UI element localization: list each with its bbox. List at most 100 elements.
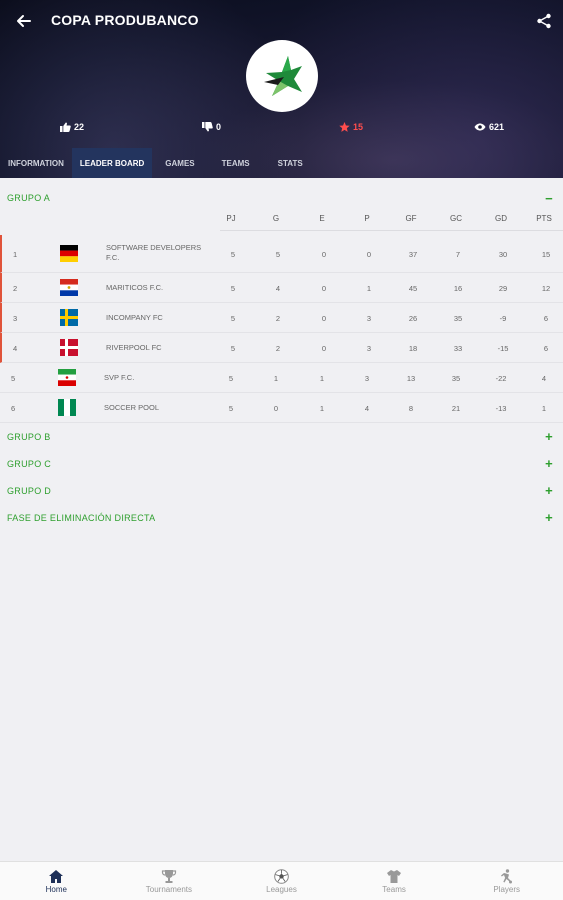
nav-leagues[interactable]: Leagues — [225, 862, 338, 900]
tab-games[interactable]: GAMES — [152, 148, 207, 178]
team-name[interactable]: MARITICOS F.C. — [106, 283, 206, 293]
tournament-header: COPA PRODUBANCO 22 0 15 621 INFORMATION … — [0, 0, 563, 178]
stat-g: 2 — [275, 344, 281, 353]
sweden-flag-icon — [60, 309, 78, 326]
tab-leader-board[interactable]: LEADER BOARD — [71, 148, 153, 178]
stat-e: 1 — [319, 374, 325, 383]
dislikes-value: 0 — [216, 122, 222, 132]
group-a-header[interactable]: GRUPO A − — [0, 178, 563, 218]
stat-pts: 12 — [541, 284, 551, 293]
views-value: 621 — [489, 122, 505, 132]
stat-gc: 21 — [451, 404, 461, 413]
expand-icon[interactable]: + — [545, 511, 553, 524]
tab-teams[interactable]: TEAMS — [208, 148, 264, 178]
star-icon — [339, 122, 350, 132]
stat-pts: 1 — [541, 404, 547, 413]
back-button[interactable] — [10, 8, 36, 34]
tab-bar: INFORMATION LEADER BOARD GAMES TEAMS STA… — [0, 148, 317, 178]
likes-count[interactable]: 22 — [60, 122, 84, 132]
tab-stats[interactable]: STATS — [264, 148, 317, 178]
table-row[interactable]: 1 SOFTWARE DEVELOPERS F.C. 5 5 0 0 37 7 … — [0, 235, 563, 273]
dislikes-count[interactable]: 0 — [202, 122, 221, 132]
trophy-icon — [161, 869, 176, 883]
stat-pj: 5 — [230, 344, 236, 353]
stat-pts: 6 — [543, 314, 549, 323]
expand-icon[interactable]: + — [545, 457, 553, 470]
stat-gd: -15 — [497, 344, 509, 353]
stat-gc: 35 — [451, 374, 461, 383]
stat-pts: 6 — [543, 344, 549, 353]
team-name[interactable]: RIVERPOOL FC — [106, 343, 206, 353]
stat-g: 5 — [275, 250, 281, 259]
team-position: 5 — [11, 374, 16, 383]
table-row[interactable]: 4 RIVERPOOL FC 5 2 0 3 18 33 -15 6 — [0, 333, 563, 363]
team-name[interactable]: SOFTWARE DEVELOPERS F.C. — [106, 243, 206, 263]
group-b-label: GRUPO B — [7, 431, 51, 442]
group-d-label: GRUPO D — [7, 485, 52, 496]
stat-pj: 5 — [230, 250, 236, 259]
views-count: 621 — [474, 122, 504, 132]
denmark-flag-icon — [60, 339, 78, 356]
nav-players-label: Players — [493, 884, 521, 894]
stat-g: 1 — [273, 374, 279, 383]
team-position: 3 — [13, 314, 18, 323]
star-logo-icon — [264, 56, 302, 96]
stat-gd: -9 — [499, 314, 507, 323]
nav-leagues-label: Leagues — [266, 884, 297, 894]
stat-pts: 15 — [541, 250, 551, 259]
stat-p: 0 — [366, 250, 372, 259]
expand-icon[interactable]: + — [545, 484, 553, 497]
home-icon — [49, 869, 64, 883]
col-gd: GD — [495, 214, 507, 223]
team-name[interactable]: SOCCER POOL — [104, 403, 204, 413]
table-row[interactable]: 3 INCOMPANY FC 5 2 0 3 26 35 -9 6 — [0, 303, 563, 333]
tab-information[interactable]: INFORMATION — [0, 148, 72, 178]
team-position: 2 — [13, 284, 18, 293]
team-position: 1 — [13, 250, 18, 259]
group-b-header[interactable]: GRUPO B + — [0, 423, 563, 450]
stat-gf: 18 — [408, 344, 418, 353]
col-pts: PTS — [536, 214, 552, 223]
group-c-header[interactable]: GRUPO C + — [0, 450, 563, 477]
expand-icon[interactable]: + — [545, 430, 553, 443]
likes-value: 22 — [74, 122, 85, 132]
stat-g: 2 — [275, 314, 281, 323]
stat-gf: 8 — [408, 404, 414, 413]
stat-gf: 45 — [408, 284, 418, 293]
nav-home[interactable]: Home — [0, 862, 113, 900]
stat-gc: 35 — [453, 314, 463, 323]
stat-g: 0 — [273, 404, 279, 413]
table-row[interactable]: 6 SOCCER POOL 5 0 1 4 8 21 -13 1 — [0, 393, 563, 423]
table-row[interactable]: 2 MARITICOS F.C. 5 4 0 1 45 16 29 12 — [0, 273, 563, 303]
stars-count[interactable]: 15 — [339, 122, 363, 132]
team-name[interactable]: INCOMPANY FC — [106, 313, 206, 323]
iran-flag-icon — [58, 369, 76, 386]
stat-gf: 26 — [408, 314, 418, 323]
col-gc: GC — [450, 214, 462, 223]
knockout-stage-label: FASE DE ELIMINACIÓN DIRECTA — [7, 512, 156, 523]
nav-players[interactable]: Players — [450, 862, 563, 900]
thumbs-down-icon — [202, 122, 213, 132]
team-name[interactable]: SVP F.C. — [104, 373, 204, 383]
nav-tournaments[interactable]: Tournaments — [113, 862, 226, 900]
group-a-label: GRUPO A — [7, 193, 51, 203]
collapse-icon[interactable]: − — [545, 192, 553, 205]
header-divider — [220, 230, 563, 231]
soccer-ball-icon — [274, 868, 289, 884]
stat-gd: -13 — [495, 404, 507, 413]
table-row[interactable]: 5 SVP F.C. 5 1 1 3 13 35 -22 4 — [0, 363, 563, 393]
group-d-header[interactable]: GRUPO D + — [0, 477, 563, 504]
nav-home-label: Home — [45, 884, 67, 894]
nav-teams[interactable]: Teams — [338, 862, 451, 900]
jersey-icon — [387, 869, 402, 883]
knockout-stage-header[interactable]: FASE DE ELIMINACIÓN DIRECTA + — [0, 504, 563, 531]
stat-gc: 7 — [455, 250, 461, 259]
stat-gd: 29 — [498, 284, 508, 293]
table-header: PJ G E P GF GC GD PTS — [0, 214, 563, 230]
col-gf: GF — [405, 214, 417, 223]
leaderboard-content: GRUPO A − PJ G E P GF GC GD PTS 1 SOFTWA… — [0, 178, 563, 531]
col-pj: PJ — [226, 214, 236, 223]
group-c-label: GRUPO C — [7, 458, 52, 469]
share-button[interactable] — [531, 8, 557, 34]
bottom-navigation: Home Tournaments Leagues Teams Players — [0, 861, 563, 900]
